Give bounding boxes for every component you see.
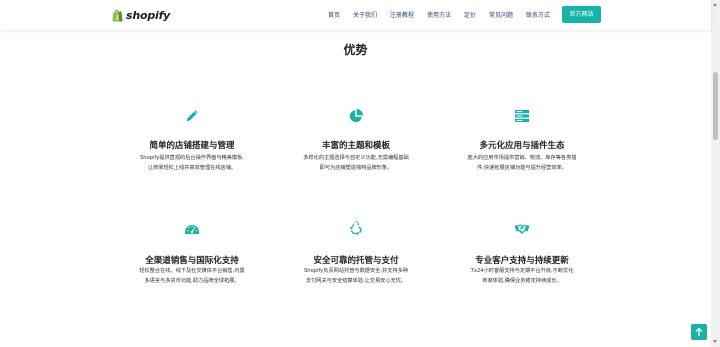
server-icon	[515, 110, 529, 122]
nav-usage[interactable]: 使用方法	[427, 10, 451, 22]
scroll-down-icon[interactable]	[713, 340, 717, 343]
dashboard-icon	[185, 225, 199, 234]
feature-description-line: 多样化的主题选择与自定义功能,无需编程基础	[303, 155, 409, 161]
feature-description-line: 即可为店铺塑造独特品牌形象。	[319, 164, 393, 171]
feature-description-line: 让商家轻松上线并高效管理在线店铺。	[147, 164, 237, 171]
feature-description: Shopify提供直观的后台操作界面与精美模板, 让商家轻松上线并高效管理在线店…	[117, 154, 267, 173]
feature-description-line: 多语言与多货币功能,助力品牌全球拓展。	[144, 277, 240, 284]
pencil-icon	[187, 110, 198, 121]
feature-description: 7x24小时客服支持与定期平台升级,不断优化 商家体验,确保业务稳定持续成长。	[447, 267, 597, 286]
nav-contact[interactable]: 联系方式	[526, 10, 550, 22]
pie-chart-icon	[349, 109, 363, 123]
scroll-up-icon[interactable]	[713, 3, 717, 6]
official-site-button[interactable]: 官方网站	[562, 6, 601, 23]
nav-about[interactable]: 关于我们	[353, 10, 377, 22]
feature-description-line: 件,快速拓展店铺功能与提升经营效率。	[477, 164, 567, 171]
feature-description-line: 7x24小时客服支持与定期平台升级,不断优化	[470, 268, 574, 274]
feature-description-line: Shopify提供直观的后台操作界面与精美模板,	[140, 155, 244, 161]
feature-description: Shopify负责网站托管与数据安全,并支持多种 支付网关与安全结算体验,让交易…	[281, 267, 431, 286]
scrollbar-thumb[interactable]	[713, 72, 718, 140]
feature-title: 简单的店铺搭建与管理	[149, 141, 235, 151]
nav-pricing[interactable]: 定价	[464, 10, 476, 22]
feature-title: 多元化应用与插件生态	[479, 141, 565, 151]
handshake-icon	[514, 224, 530, 234]
nav-faq[interactable]: 常见问题	[489, 10, 513, 22]
shopping-bag-icon	[112, 9, 123, 21]
feature-title: 专业客户支持与持续更新	[475, 256, 569, 266]
back-to-top-button[interactable]	[691, 324, 707, 340]
feature-description-line: 庞大的应用市场提供营销、物流、库存等各类插	[467, 155, 577, 161]
top-nav-bar: shopify 首页 关于我们 注册教程 使用方法 定价 常见问题 联系方式 官…	[0, 0, 711, 30]
feature-description: 轻松整合在线、线下及社交媒体平台销售,内置 多语言与多货币功能,助力品牌全球拓展…	[117, 267, 267, 286]
nav-register-guide[interactable]: 注册教程	[390, 10, 414, 22]
feature-title: 安全可靠的托管与支付	[313, 256, 399, 266]
recycle-icon	[350, 221, 362, 236]
brand-name: shopify	[126, 8, 171, 22]
feature-description: 庞大的应用市场提供营销、物流、库存等各类插 件,快速拓展店铺功能与提升经营效率。	[447, 154, 597, 173]
feature-description-line: 支付网关与安全结算体验,让交易安心无忧。	[305, 277, 407, 284]
feature-title: 全渠道销售与国际化支持	[145, 256, 239, 266]
arrow-up-icon	[695, 327, 703, 337]
feature-title: 丰富的主题和模板	[321, 141, 390, 151]
section-title: 优势	[343, 43, 368, 57]
feature-description: 多样化的主题选择与自定义功能,无需编程基础 即可为店铺塑造独特品牌形象。	[281, 154, 431, 173]
feature-description-line: 轻松整合在线、线下及社交媒体平台销售,内置	[139, 268, 245, 274]
page-scrollbar[interactable]	[711, 0, 720, 347]
feature-description-line: 商家体验,确保业务稳定持续成长。	[482, 277, 562, 284]
nav-home[interactable]: 首页	[328, 10, 340, 22]
shopify-logo[interactable]: shopify	[112, 6, 170, 24]
feature-description-line: Shopify负责网站托管与数据安全,并支持多种	[304, 268, 408, 274]
